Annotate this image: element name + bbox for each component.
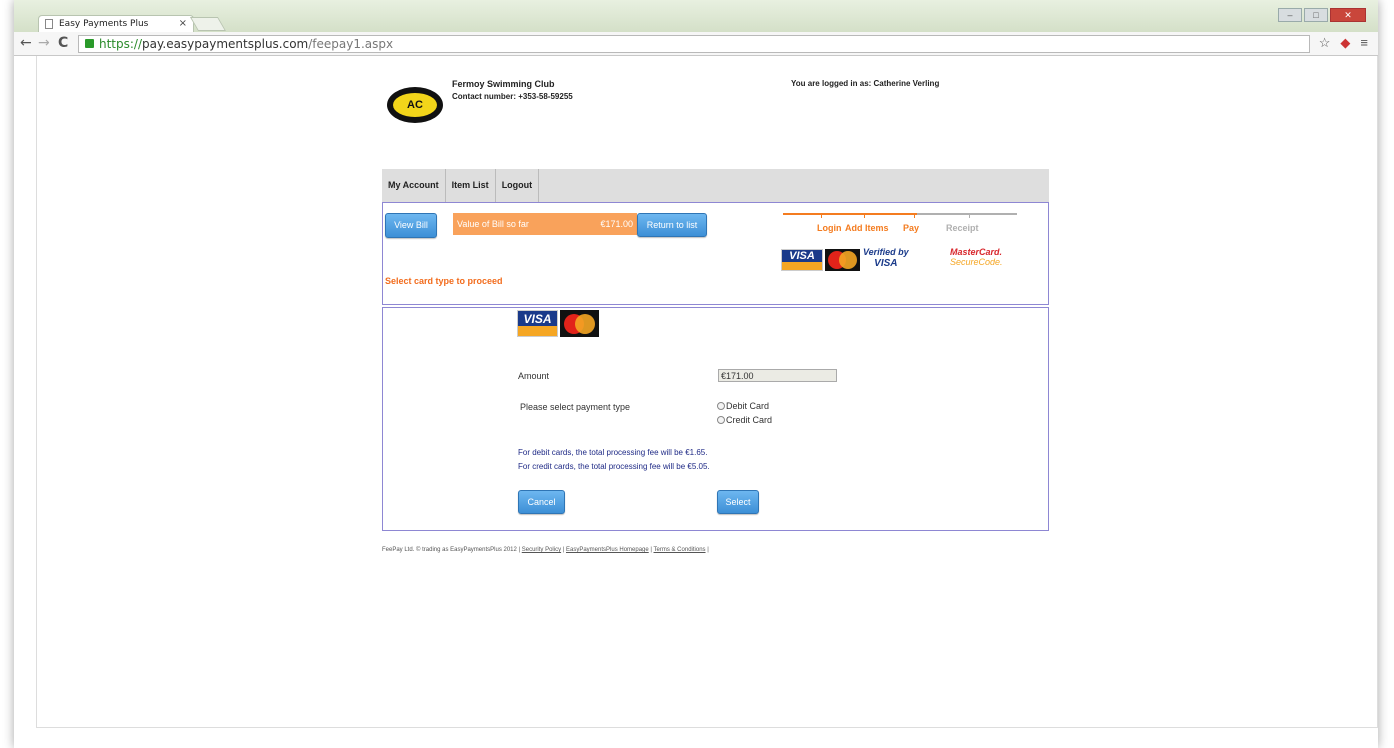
bill-total-label: Value of Bill so far bbox=[457, 219, 529, 229]
progress-tick-login bbox=[821, 213, 822, 218]
browser-tab[interactable]: Easy Payments Plus × bbox=[38, 15, 194, 33]
page-footer: FeePay Ltd. © trading as EasyPaymentsPlu… bbox=[382, 547, 709, 553]
verified-line-1: Verified by bbox=[863, 247, 909, 257]
bill-total-bar: Value of Bill so far €171.00 bbox=[453, 213, 637, 235]
progress-tick-receipt bbox=[969, 213, 970, 218]
bookmark-star-icon[interactable]: ☆ bbox=[1319, 35, 1331, 51]
view-bill-button[interactable]: View Bill bbox=[385, 213, 437, 238]
progress-step-login: Login bbox=[817, 223, 842, 233]
footer-separator: | bbox=[562, 547, 565, 553]
credit-fee-note: For credit cards, the total processing f… bbox=[518, 462, 710, 471]
progress-tick-add-items bbox=[864, 213, 865, 218]
toolbar-right: ☆ ◆ ≡ bbox=[1319, 35, 1368, 51]
select-button[interactable]: Select bbox=[717, 490, 759, 514]
lock-icon bbox=[85, 39, 94, 48]
logged-in-user: You are logged in as: Catherine Verling bbox=[791, 79, 940, 88]
progress-step-receipt: Receipt bbox=[946, 223, 979, 233]
visa-logo-text: VISA bbox=[782, 250, 822, 262]
return-to-list-button[interactable]: Return to list bbox=[637, 213, 707, 237]
securecode-line-2: SecureCode. bbox=[950, 257, 1003, 267]
credit-card-radio[interactable] bbox=[717, 416, 725, 424]
progress-line-pending bbox=[917, 213, 1017, 215]
bill-total-amount: €171.00 bbox=[600, 219, 633, 229]
visa-option-stripe bbox=[518, 326, 557, 336]
cancel-button[interactable]: Cancel bbox=[518, 490, 565, 514]
visa-logo: VISA bbox=[781, 249, 823, 271]
credit-card-label: Credit Card bbox=[726, 415, 773, 425]
main-menu: My Account Item List Logout bbox=[382, 169, 1049, 202]
new-tab-button[interactable] bbox=[189, 17, 227, 31]
menu-item-my-account[interactable]: My Account bbox=[382, 169, 446, 202]
tab-close-icon[interactable]: × bbox=[179, 18, 187, 29]
bill-panel: View Bill Value of Bill so far €171.00 R… bbox=[382, 202, 1049, 305]
footer-separator: | bbox=[707, 547, 709, 553]
mastercard-option-yellow-circle bbox=[575, 314, 595, 334]
tab-title: Easy Payments Plus bbox=[59, 19, 149, 29]
maximize-button[interactable]: □ bbox=[1304, 8, 1328, 22]
terms-link[interactable]: Terms & Conditions bbox=[654, 547, 706, 553]
progress-line-done bbox=[783, 213, 917, 215]
mastercard-securecode-badge: MasterCard. SecureCode. bbox=[950, 247, 1003, 267]
address-bar[interactable]: https://pay.easypaymentsplus.com/feepay1… bbox=[78, 35, 1310, 53]
debit-card-label: Debit Card bbox=[726, 401, 770, 411]
url-host: pay.easypaymentsplus.com bbox=[142, 37, 309, 51]
amount-label: Amount bbox=[518, 371, 550, 381]
progress-step-add-items: Add Items bbox=[845, 223, 889, 233]
footer-separator: | bbox=[650, 547, 652, 553]
url-path: /feepay1.aspx bbox=[308, 37, 394, 51]
visa-logo-stripe bbox=[782, 262, 822, 270]
page-content: AC Fermoy Swimming Club Contact number: … bbox=[36, 56, 1378, 728]
progress-step-pay: Pay bbox=[903, 223, 920, 233]
verified-by-visa-badge: Verified by VISA bbox=[863, 247, 909, 269]
menu-item-logout[interactable]: Logout bbox=[496, 169, 540, 202]
debit-card-radio[interactable] bbox=[717, 402, 725, 410]
visa-option-text: VISA bbox=[518, 311, 557, 326]
amount-field[interactable] bbox=[718, 369, 837, 382]
mastercard-card-option[interactable] bbox=[560, 310, 599, 337]
title-bar: Easy Payments Plus × – □ ✕ bbox=[14, 0, 1378, 33]
reload-icon[interactable]: C bbox=[58, 35, 68, 51]
debit-card-option[interactable]: Debit Card bbox=[717, 401, 769, 411]
extension-icon[interactable]: ◆ bbox=[1340, 35, 1350, 51]
debit-fee-note: For debit cards, the total processing fe… bbox=[518, 448, 708, 457]
browser-window: Easy Payments Plus × – □ ✕ ← → C https:/… bbox=[14, 0, 1378, 748]
payment-form-panel: VISA Amount Please select payment type D… bbox=[382, 307, 1049, 531]
progress-tick-pay bbox=[914, 213, 915, 218]
menu-item-item-list[interactable]: Item List bbox=[446, 169, 496, 202]
select-card-message: Select card type to proceed bbox=[385, 276, 503, 286]
homepage-link[interactable]: EasyPaymentsPlus Homepage bbox=[566, 547, 649, 553]
logo-text: AC bbox=[393, 93, 437, 117]
window-controls: – □ ✕ bbox=[1278, 8, 1366, 22]
club-name: Fermoy Swimming Club bbox=[452, 79, 555, 89]
payment-type-label: Please select payment type bbox=[520, 402, 631, 412]
club-contact: Contact number: +353-58-59255 bbox=[452, 92, 573, 101]
browser-toolbar: ← → C https://pay.easypaymentsplus.com/f… bbox=[14, 32, 1378, 56]
mastercard-logo bbox=[825, 249, 860, 271]
security-policy-link[interactable]: Security Policy bbox=[522, 547, 561, 553]
url-scheme: https:// bbox=[99, 37, 143, 51]
page-icon bbox=[45, 19, 53, 29]
mastercard-yellow-circle bbox=[839, 251, 857, 269]
menu-icon[interactable]: ≡ bbox=[1360, 35, 1368, 51]
back-icon[interactable]: ← bbox=[20, 35, 32, 51]
credit-card-option[interactable]: Credit Card bbox=[717, 415, 772, 425]
securecode-line-1: MasterCard. bbox=[950, 247, 1003, 257]
verified-line-2: VISA bbox=[874, 258, 898, 269]
club-logo: AC bbox=[387, 87, 443, 123]
forward-icon[interactable]: → bbox=[38, 35, 50, 51]
minimize-button[interactable]: – bbox=[1278, 8, 1302, 22]
visa-card-option[interactable]: VISA bbox=[517, 310, 558, 337]
footer-copyright: FeePay Ltd. © trading as EasyPaymentsPlu… bbox=[382, 547, 521, 553]
close-window-button[interactable]: ✕ bbox=[1330, 8, 1366, 22]
